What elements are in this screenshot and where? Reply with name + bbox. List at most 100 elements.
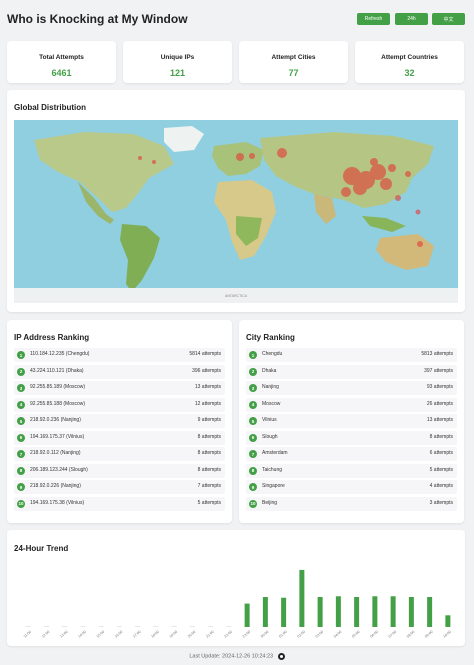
attempt-count: 6 attempts: [429, 450, 453, 456]
trend-bar[interactable]: [153, 626, 159, 627]
city-label: Slough: [262, 433, 278, 440]
x-tick-label: 18:00: [150, 630, 159, 639]
list-item[interactable]: 8 206.189.123.244 (Slough) 8 attempts: [14, 463, 225, 478]
x-tick-label: 15:00: [96, 630, 105, 639]
page-title: Who is Knocking at My Window: [7, 12, 188, 26]
trend-bar[interactable]: [354, 597, 360, 627]
trend-card: 24-Hour Trend 11:00 12:00 13:00 14:00 15:00 1…: [7, 530, 465, 646]
stat-value: 32: [404, 68, 415, 78]
list-item[interactable]: 3 92.255.85.189 (Moscow) 13 attempts: [14, 381, 225, 395]
section-title: Global Distribution: [14, 103, 86, 112]
list-item[interactable]: 6 194.169.175.37 (Vilnius) 8 attempts: [14, 430, 225, 445]
list-item[interactable]: 3 Nanjing 93 attempts: [246, 381, 457, 395]
attempt-count: 26 attempts: [426, 400, 453, 407]
rank-badge: 9: [17, 483, 25, 491]
trend-bar[interactable]: [372, 596, 378, 627]
trend-bar[interactable]: [262, 597, 268, 627]
footer: Last Update: 2024-12-26 10:24:23: [0, 653, 474, 663]
rank-badge: 7: [17, 450, 25, 458]
trend-bar[interactable]: [80, 626, 86, 627]
trend-bar[interactable]: [25, 626, 31, 627]
rank-badge: 3: [17, 384, 25, 392]
range-24h-button[interactable]: 24h: [395, 13, 428, 25]
rank-badge: 5: [249, 417, 257, 425]
x-tick-label: 05:00: [351, 630, 360, 639]
city-label: Nanjing: [262, 384, 279, 390]
list-item[interactable]: 6 Slough 8 attempts: [246, 430, 457, 445]
rank-badge: 2: [17, 367, 25, 376]
ip-label: 218.92.0.226 (Nanjing): [30, 483, 81, 489]
attempt-count: 7 attempts: [197, 483, 221, 489]
list-item[interactable]: 9 218.92.0.226 (Nanjing) 7 attempts: [14, 480, 225, 494]
list-item[interactable]: 1 110.184.12.235 (Chengdu) 5814 attempts: [14, 348, 225, 362]
rank-badge: 5: [17, 417, 25, 425]
list-item[interactable]: 4 Moscow 26 attempts: [246, 397, 457, 412]
language-button[interactable]: 中文: [432, 13, 465, 25]
trend-bar[interactable]: [317, 597, 323, 627]
ip-ranking-card: IP Address Ranking 1 110.184.12.235 (Chen…: [7, 320, 232, 523]
x-tick-label: 13:00: [59, 630, 68, 639]
world-map[interactable]: ANTARCTICA: [14, 120, 458, 303]
rank-badge: 8: [17, 466, 25, 475]
rank-badge: 10: [17, 499, 25, 508]
trend-bar[interactable]: [43, 626, 49, 627]
trend-bar[interactable]: [335, 596, 341, 627]
stat-label: Unique IPs: [160, 54, 195, 61]
attempt-count: 397 attempts: [424, 367, 453, 374]
list-item[interactable]: 9 Singapore 4 attempts: [246, 480, 457, 494]
trend-chart: 11:00 12:00 13:00 14:00 15:00 16:00 17:00 18:00…: [23, 569, 452, 639]
trend-bar[interactable]: [427, 597, 433, 627]
trend-bar[interactable]: [62, 626, 68, 627]
ip-label: 218.92.0.236 (Nanjing): [30, 417, 81, 423]
trend-bar[interactable]: [208, 626, 214, 627]
trend-bar[interactable]: [226, 626, 232, 627]
list-item[interactable]: 4 92.255.85.188 (Moscow) 12 attempts: [14, 397, 225, 412]
list-item[interactable]: 5 Vilnius 13 attempts: [246, 414, 457, 428]
list-item[interactable]: 1 Chengdu 5813 attempts: [246, 348, 457, 362]
trend-bar[interactable]: [171, 626, 177, 627]
attempt-count: 13 attempts: [426, 417, 453, 423]
stat-card-unique-ips: Unique IPs 121: [123, 41, 232, 83]
ip-label: 43.224.110.121 (Dhaka): [30, 367, 84, 374]
stat-label: Attempt Cities: [271, 54, 316, 61]
x-tick-label: 09:00: [424, 630, 433, 639]
rank-badge: 7: [249, 450, 257, 458]
rank-badge: 9: [249, 483, 257, 491]
stat-label: Total Attempts: [39, 54, 84, 61]
list-item[interactable]: 5 218.92.0.236 (Nanjing) 9 attempts: [14, 414, 225, 428]
trend-bar[interactable]: [299, 569, 305, 627]
last-update-text: Last Update: 2024-12-26 10:24:23: [189, 653, 274, 660]
list-item[interactable]: 10 Beijing 3 attempts: [246, 496, 457, 511]
trend-bar[interactable]: [281, 597, 287, 627]
refresh-button[interactable]: Refresh: [357, 13, 390, 25]
list-item[interactable]: 8 Taichung 5 attempts: [246, 463, 457, 478]
trend-bar[interactable]: [189, 626, 195, 627]
x-tick-label: 10:00: [442, 630, 451, 639]
list-item[interactable]: 7 Amsterdam 6 attempts: [246, 447, 457, 461]
list-item[interactable]: 10 194.169.175.38 (Vilnius) 5 attempts: [14, 496, 225, 511]
stat-value: 121: [169, 68, 186, 78]
rank-badge: 1: [17, 351, 25, 359]
trend-bar[interactable]: [390, 596, 396, 627]
x-tick-label: 07:00: [388, 630, 397, 639]
attempt-count: 5 attempts: [429, 466, 453, 473]
trend-bar[interactable]: [116, 626, 122, 627]
trend-bar[interactable]: [98, 626, 104, 627]
city-label: Vilnius: [262, 417, 277, 423]
rank-badge: 1: [249, 351, 257, 359]
attempt-count: 8 attempts: [197, 433, 221, 440]
trend-bar[interactable]: [244, 603, 250, 627]
x-tick-label: 16:00: [114, 630, 123, 639]
trend-bar[interactable]: [135, 626, 141, 627]
list-item[interactable]: 7 218.92.0.112 (Nanjing) 8 attempts: [14, 447, 225, 461]
github-icon[interactable]: [277, 653, 285, 660]
trend-bar[interactable]: [408, 597, 414, 627]
list-item[interactable]: 2 43.224.110.121 (Dhaka) 396 attempts: [14, 364, 225, 379]
stat-value: 6461: [51, 68, 72, 78]
x-tick-label: 01:00: [278, 630, 287, 639]
trend-bar[interactable]: [445, 615, 451, 627]
attempt-count: 13 attempts: [194, 384, 221, 390]
attempt-count: 3 attempts: [429, 499, 453, 506]
list-item[interactable]: 2 Dhaka 397 attempts: [246, 364, 457, 379]
rank-badge: 2: [249, 367, 257, 376]
